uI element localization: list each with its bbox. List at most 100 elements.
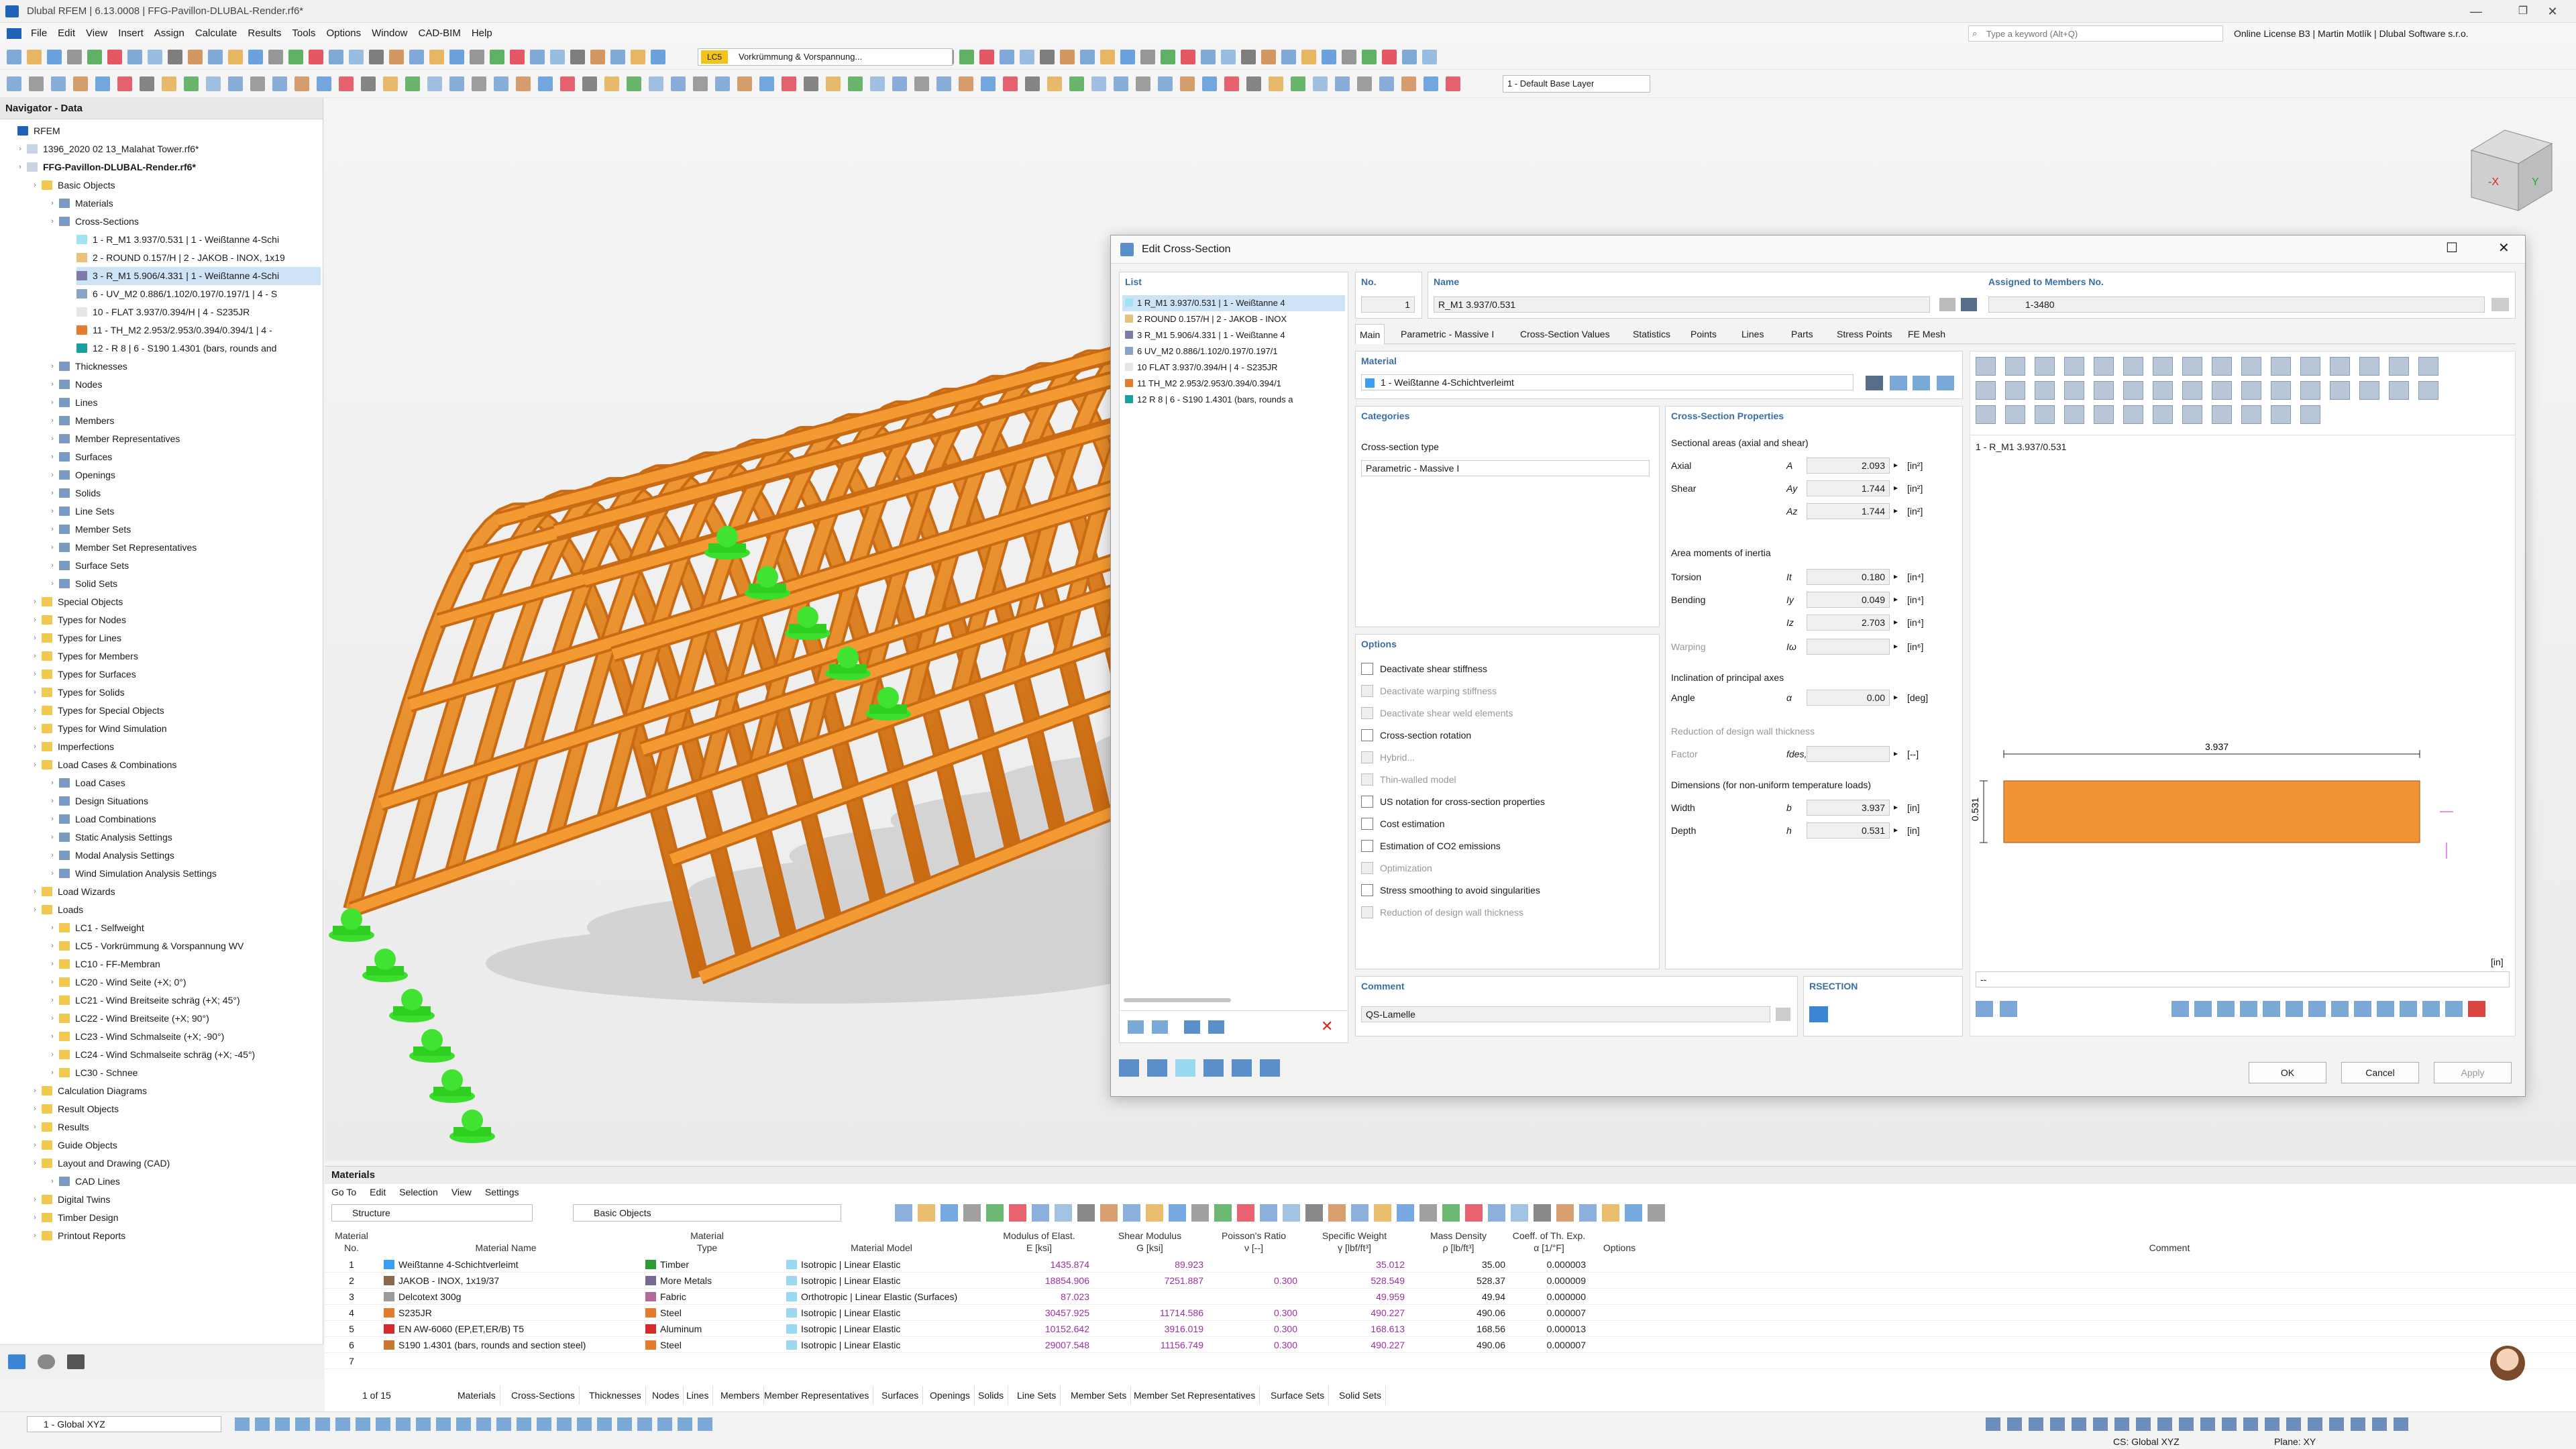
zoom-icon[interactable]: [1119, 1059, 1139, 1077]
coordinate-system-combo[interactable]: 1 - Global XYZ: [27, 1416, 221, 1432]
toolbar-tool-icon[interactable]: [349, 50, 364, 64]
status-toggle-icon[interactable]: [2308, 1417, 2322, 1431]
toolbar-tool-icon[interactable]: [759, 76, 774, 91]
tab-parts[interactable]: Parts: [1787, 324, 1817, 344]
status-tool-icon[interactable]: [315, 1417, 330, 1431]
toolbar-tool-icon[interactable]: [1202, 76, 1217, 91]
shape-type-icon[interactable]: [2182, 405, 2202, 424]
toolbar-tool-icon[interactable]: [117, 76, 132, 91]
toolbar-tool-icon[interactable]: [914, 76, 929, 91]
expand-arrow-icon[interactable]: ›: [48, 502, 56, 521]
prop-value-field[interactable]: 2.703: [1807, 614, 1890, 631]
display-view-icon[interactable]: [38, 1354, 55, 1369]
prop-value-field[interactable]: 3.937: [1807, 800, 1890, 816]
toolbar-tool-icon[interactable]: [309, 50, 323, 64]
prop-value-field[interactable]: 0.531: [1807, 822, 1890, 839]
expand-arrow-icon[interactable]: ›: [48, 1028, 56, 1046]
toolbar-tool-icon[interactable]: [184, 76, 199, 91]
table-tab[interactable]: Thicknesses: [585, 1386, 646, 1405]
preview-tool-icon[interactable]: [2263, 1001, 2280, 1017]
tree-item[interactable]: 6 - UV_M2 0.886/1.102/0.197/0.197/1 | 4 …: [76, 285, 277, 303]
toolbar-tool-icon[interactable]: [317, 76, 331, 91]
spinner-arrow-icon[interactable]: ▸: [1894, 641, 1898, 651]
toolbar-tool-icon[interactable]: [1241, 50, 1256, 64]
toolbar-tool-icon[interactable]: [494, 76, 508, 91]
tree-item[interactable]: › Types for Special Objects: [34, 702, 164, 720]
cross-section-list-item[interactable]: 2 ROUND 0.157/H | 2 - JAKOB - INOX: [1122, 311, 1345, 327]
tree-item[interactable]: 10 - FLAT 3.937/0.394/H | 4 - S235JR: [76, 303, 250, 321]
close-button[interactable]: ✕: [2529, 0, 2576, 23]
view-cube[interactable]: -X Y: [2458, 123, 2559, 217]
tree-item[interactable]: › LC23 - Wind Schmalseite (+X; -90°): [51, 1028, 224, 1046]
toolbar-tool-icon[interactable]: [538, 76, 553, 91]
toolbar-tool-icon[interactable]: [1140, 50, 1155, 64]
table-tool-icon[interactable]: [1283, 1204, 1300, 1222]
toolbar-tool-icon[interactable]: [127, 50, 142, 64]
toolbar-tool-icon[interactable]: [1357, 76, 1372, 91]
table-tool-icon[interactable]: [1328, 1204, 1346, 1222]
option-checkbox[interactable]: [1361, 751, 1373, 763]
toolbar-tool-icon[interactable]: [1335, 76, 1350, 91]
tree-item[interactable]: › Types for Surfaces: [34, 665, 136, 684]
toolbar-tool-icon[interactable]: [288, 50, 303, 64]
shape-type-icon[interactable]: [1976, 405, 1996, 424]
shape-type-icon[interactable]: [2241, 381, 2261, 400]
toolbar-tool-icon[interactable]: [550, 50, 565, 64]
shape-type-icon[interactable]: [2359, 357, 2379, 376]
tree-item[interactable]: › Nodes: [51, 376, 102, 394]
toolbar-tool-icon[interactable]: [671, 76, 686, 91]
tree-item[interactable]: 1 - R_M1 3.937/0.531 | 1 - Weißtanne 4-S…: [76, 231, 279, 249]
expand-arrow-icon[interactable]: ›: [48, 973, 56, 991]
toolbar-tool-icon[interactable]: [1422, 50, 1437, 64]
expand-arrow-icon[interactable]: ›: [31, 1136, 39, 1155]
toolbar-tool-icon[interactable]: [631, 50, 645, 64]
option-checkbox[interactable]: [1361, 884, 1373, 896]
shape-type-icon[interactable]: [2094, 405, 2114, 424]
tree-item[interactable]: › CAD Lines: [51, 1173, 120, 1191]
table-tool-icon[interactable]: [1032, 1204, 1049, 1222]
tree-item[interactable]: › Load Cases: [51, 774, 125, 792]
preview-combo[interactable]: --: [1976, 971, 2510, 987]
toolbar-tool-icon[interactable]: [294, 76, 309, 91]
expand-arrow-icon[interactable]: ›: [48, 394, 56, 412]
shape-type-icon[interactable]: [2064, 405, 2084, 424]
expand-arrow-icon[interactable]: ›: [48, 937, 56, 955]
table-tab[interactable]: Openings: [926, 1386, 975, 1405]
ok-button[interactable]: OK: [2249, 1062, 2326, 1083]
expand-arrow-icon[interactable]: ›: [31, 1118, 39, 1136]
shape-type-icon[interactable]: [2123, 405, 2143, 424]
preview-tool-icon[interactable]: [2377, 1001, 2394, 1017]
spinner-arrow-icon[interactable]: ▸: [1894, 692, 1898, 702]
toolbar-tool-icon[interactable]: [870, 76, 885, 91]
toolbar-tool-icon[interactable]: [510, 50, 525, 64]
tree-item[interactable]: › Results: [34, 1118, 89, 1136]
table-tab[interactable]: Line Sets: [1013, 1386, 1061, 1405]
tree-item[interactable]: › Calculation Diagrams: [34, 1082, 147, 1100]
tree-item[interactable]: › LC21 - Wind Breitseite schräg (+X; 45°): [51, 991, 240, 1010]
preview-tool-icon[interactable]: [2308, 1001, 2326, 1017]
tree-item[interactable]: › LC1 - Selfweight: [51, 919, 144, 937]
status-tool-icon[interactable]: [577, 1417, 592, 1431]
toolbar-tool-icon[interactable]: [472, 76, 486, 91]
toolbar-tool-icon[interactable]: [1060, 50, 1075, 64]
spinner-arrow-icon[interactable]: ▸: [1894, 825, 1898, 835]
spinner-arrow-icon[interactable]: ▸: [1894, 802, 1898, 812]
shape-type-icon[interactable]: [2271, 405, 2291, 424]
tree-item[interactable]: › LC22 - Wind Breitseite (+X; 90°): [51, 1010, 209, 1028]
expand-arrow-icon[interactable]: ›: [31, 756, 39, 774]
preview-tool-icon[interactable]: [2354, 1001, 2371, 1017]
tree-item[interactable]: › Openings: [51, 466, 115, 484]
tree-item[interactable]: › LC5 - Vorkrümmung & Vorspannung WV: [51, 937, 244, 955]
toolbar-tool-icon[interactable]: [627, 76, 641, 91]
toolbar-tool-icon[interactable]: [29, 76, 44, 91]
shape-type-icon[interactable]: [2153, 357, 2173, 376]
expand-arrow-icon[interactable]: ›: [48, 213, 56, 231]
menu-view[interactable]: View: [80, 23, 113, 44]
preview-tool-icon[interactable]: [2171, 1001, 2189, 1017]
menu-cad-bim[interactable]: CAD-BIM: [413, 23, 466, 44]
status-tool-icon[interactable]: [496, 1417, 511, 1431]
toolbar-tool-icon[interactable]: [1246, 76, 1261, 91]
toolbar-tool-icon[interactable]: [1402, 50, 1417, 64]
shape-type-icon[interactable]: [2094, 357, 2114, 376]
tree-item[interactable]: › Member Set Representatives: [51, 539, 197, 557]
